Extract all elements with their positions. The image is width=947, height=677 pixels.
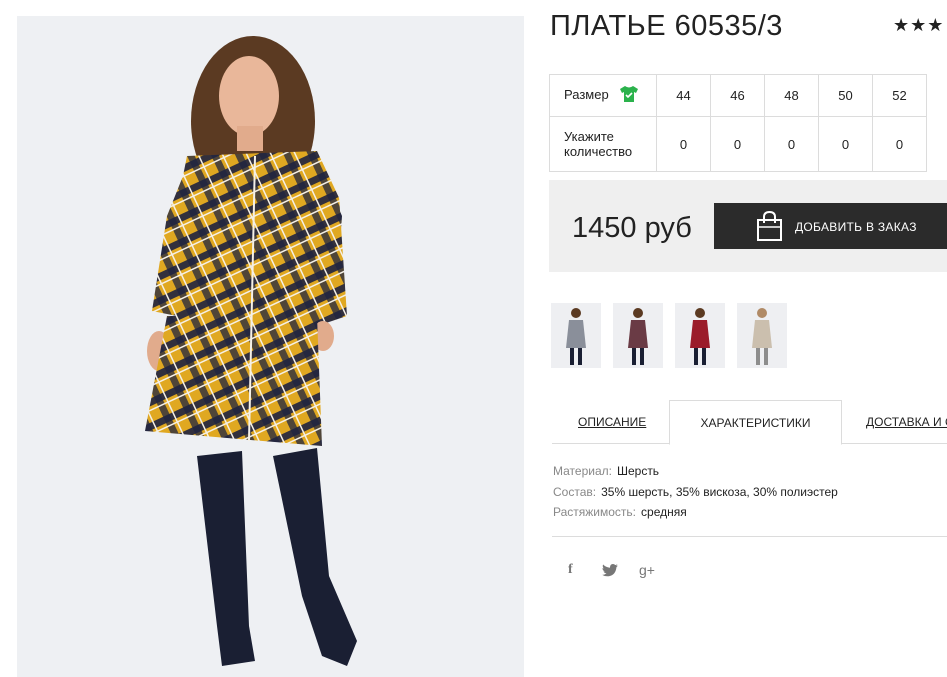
thumb-red[interactable] — [675, 303, 725, 368]
tab-description[interactable]: ОПИСАНИЕ — [578, 400, 646, 444]
rating-stars[interactable]: ★★★ — [893, 15, 944, 36]
quantity-label-cell: Укажите количество — [549, 116, 657, 172]
spec-row: Растяжимость: средняя — [553, 502, 838, 523]
product-title: ПЛАТЬЕ 60535/3 — [550, 10, 783, 42]
size-cell[interactable]: 50 — [818, 74, 873, 117]
googleplus-icon[interactable]: g+ — [639, 562, 655, 578]
shopping-bag-icon — [756, 210, 783, 244]
thumb-dark-plaid[interactable] — [613, 303, 663, 368]
tshirt-icon[interactable] — [620, 86, 639, 105]
social-divider — [552, 536, 947, 537]
thumb-gray-plaid[interactable] — [551, 303, 601, 368]
size-quantity-table: Размер 44 46 48 50 52 Укажите количество… — [549, 74, 927, 172]
quantity-label-line2: количество — [564, 144, 633, 159]
size-cell[interactable]: 52 — [872, 74, 927, 117]
quantity-input[interactable]: 0 — [710, 116, 765, 172]
spec-row: Состав: 35% шерсть, 35% вискоза, 30% поли… — [553, 482, 838, 503]
quantity-input[interactable]: 0 — [818, 116, 873, 172]
spec-value: средняя — [641, 505, 687, 519]
buy-box: 1450 руб ДОБАВИТЬ В ЗАКАЗ — [549, 180, 947, 272]
size-cell[interactable]: 48 — [764, 74, 819, 117]
size-row: Размер 44 46 48 50 52 — [549, 74, 927, 117]
tab-characteristics[interactable]: ХАРАКТЕРИСТИКИ — [669, 400, 842, 445]
quantity-input[interactable]: 0 — [872, 116, 927, 172]
thumb-beige[interactable] — [737, 303, 787, 368]
quantity-label-line1: Укажите — [564, 129, 614, 144]
twitter-icon[interactable] — [602, 564, 618, 580]
tab-delivery[interactable]: ДОСТАВКА И ОПЛАТА — [866, 400, 947, 444]
main-product-image[interactable] — [17, 16, 524, 677]
size-label-cell: Размер — [549, 74, 657, 117]
add-to-order-button[interactable]: ДОБАВИТЬ В ЗАКАЗ — [714, 203, 947, 249]
quantity-input[interactable]: 0 — [656, 116, 711, 172]
product-price: 1450 руб — [572, 212, 692, 244]
model-photo-illustration — [145, 36, 357, 666]
spec-row: Материал: Шерсть — [553, 461, 838, 482]
add-to-order-label: ДОБАВИТЬ В ЗАКАЗ — [795, 220, 917, 234]
quantity-input[interactable]: 0 — [764, 116, 819, 172]
spec-value: 35% шерсть, 35% вискоза, 30% полиэстер — [601, 484, 838, 499]
spec-key: Состав: — [553, 484, 597, 499]
size-cell[interactable]: 46 — [710, 74, 765, 117]
quantity-row: Укажите количество 0 0 0 0 0 — [549, 116, 927, 172]
spec-key: Материал: — [553, 464, 612, 478]
size-cell[interactable]: 44 — [656, 74, 711, 117]
spec-value: Шерсть — [616, 464, 660, 478]
facebook-icon[interactable]: f — [568, 562, 573, 578]
specs-list: Материал: Шерсть Состав: 35% шерсть, 35% в… — [553, 461, 838, 523]
size-label: Размер — [564, 86, 609, 102]
spec-key: Растяжимость: — [553, 505, 637, 519]
